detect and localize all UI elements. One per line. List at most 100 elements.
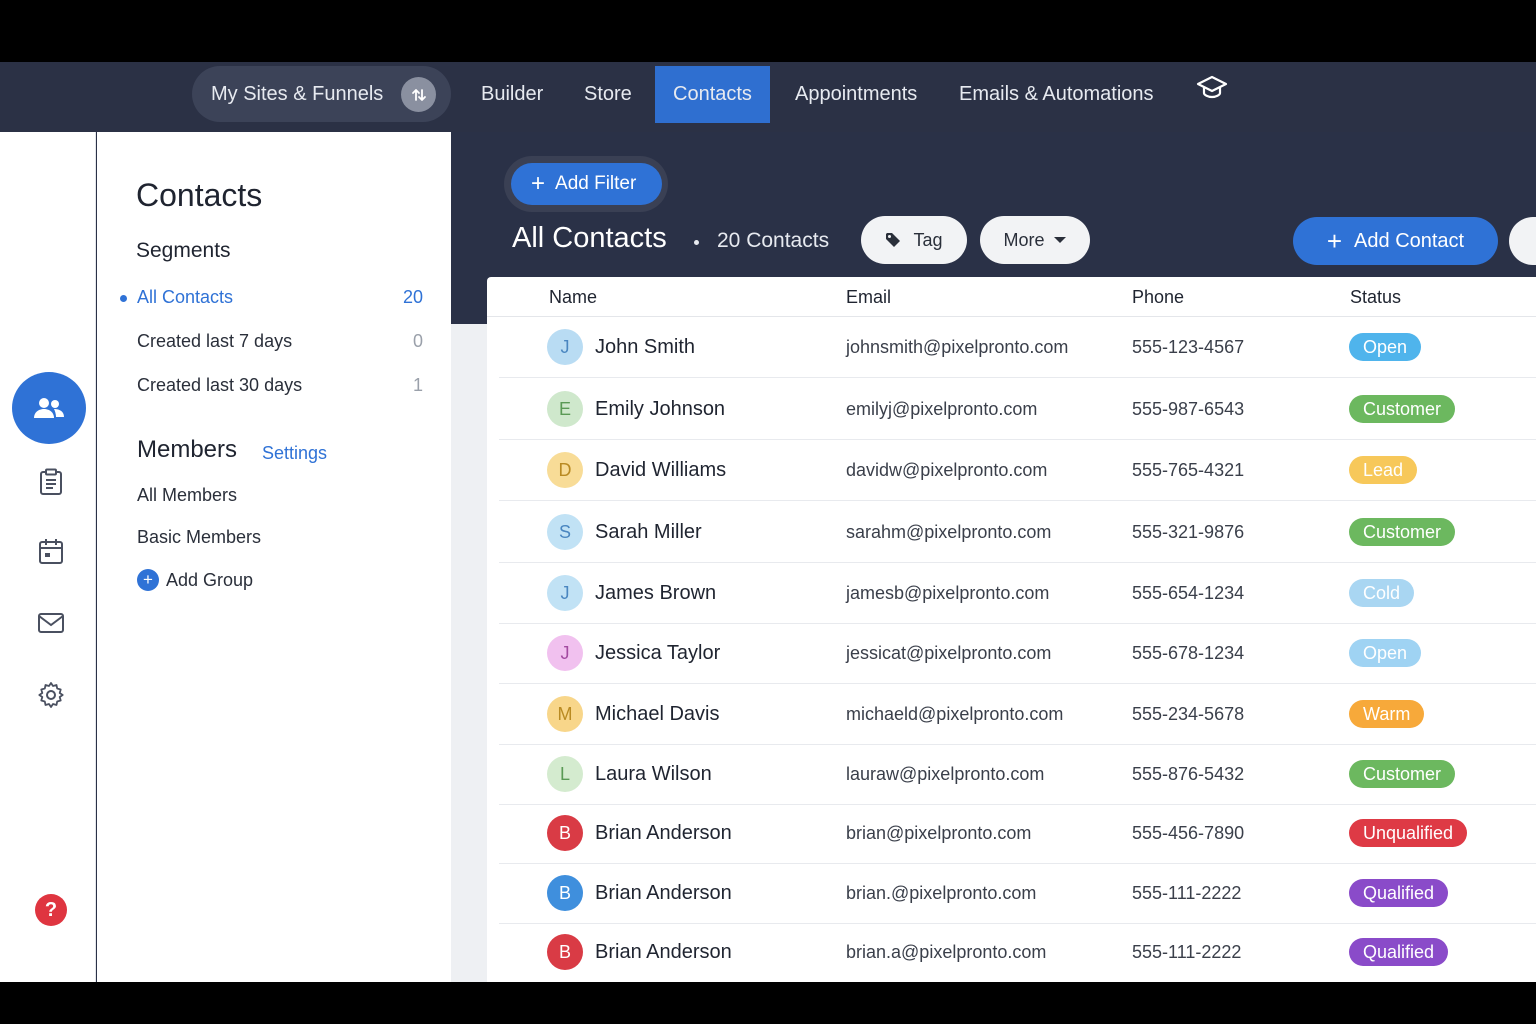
table-row[interactable]: J James Brown jamesb@pixelpronto.com 555-65…: [499, 563, 1536, 624]
segment-created-last-7-days[interactable]: Created last 7 days 0: [137, 331, 423, 352]
contacts-icon[interactable]: [12, 372, 86, 444]
contact-email: brian.a@pixelpronto.com: [846, 942, 1047, 962]
segments-panel: Contacts Segments All Contacts 20 Create…: [97, 132, 451, 982]
graduation-cap-icon[interactable]: [1196, 74, 1228, 105]
contact-name[interactable]: Jessica Taylor: [595, 642, 720, 665]
help-icon[interactable]: ?: [35, 894, 67, 926]
avatar: S: [547, 514, 583, 550]
tag-button[interactable]: Tag: [861, 216, 967, 264]
table-row[interactable]: D David Williams davidw@pixelpronto.com 555…: [499, 440, 1536, 501]
table-row[interactable]: B Brian Anderson brian.@pixelpronto.com 555…: [499, 863, 1536, 924]
column-header-status[interactable]: Status: [1350, 287, 1401, 308]
tag-label: Tag: [913, 229, 943, 250]
plus-icon: +: [531, 170, 546, 197]
more-dropdown[interactable]: More: [980, 216, 1090, 264]
contact-name[interactable]: Laura Wilson: [595, 763, 712, 786]
contact-email: lauraw@pixelpronto.com: [846, 764, 1045, 784]
column-header-name[interactable]: Name: [549, 287, 597, 308]
contact-name[interactable]: Sarah Miller: [595, 521, 702, 544]
calendar-icon[interactable]: [36, 537, 66, 567]
contact-email: jamesb@pixelpronto.com: [846, 583, 1050, 603]
segment-label: All Contacts: [137, 287, 234, 307]
table-row[interactable]: M Michael Davis michaeld@pixelpronto.com 55…: [499, 684, 1536, 745]
tag-icon: [885, 232, 901, 248]
nav-contacts[interactable]: Contacts: [655, 66, 770, 123]
nav-emails-automations[interactable]: Emails & Automations: [959, 66, 1154, 123]
segment-count: 0: [412, 331, 423, 351]
table-row[interactable]: B Brian Anderson brian@pixelpronto.com 555-…: [499, 803, 1536, 864]
avatar: J: [547, 575, 583, 611]
status-badge: Qualified: [1349, 879, 1449, 907]
column-header-phone[interactable]: Phone: [1132, 287, 1184, 308]
status-badge: Qualified: [1349, 938, 1449, 966]
contact-name[interactable]: Emily Johnson: [595, 398, 725, 421]
sites-funnels-switcher[interactable]: My Sites & Funnels: [192, 66, 451, 122]
members-heading: Members: [137, 436, 238, 463]
members-basic[interactable]: Basic Members: [137, 527, 261, 548]
add-contact-button[interactable]: + Add Contact: [1293, 217, 1498, 265]
segments-heading: Segments: [136, 239, 231, 262]
contact-phone: 555-765-4321: [1132, 460, 1245, 480]
avatar: J: [547, 635, 583, 671]
contact-name[interactable]: John Smith: [595, 336, 695, 359]
members-settings-link[interactable]: Settings: [262, 443, 327, 464]
nav-store[interactable]: Store: [584, 66, 632, 123]
column-header-email[interactable]: Email: [846, 287, 891, 308]
segment-all-contacts[interactable]: All Contacts 20: [137, 287, 423, 308]
contact-email: davidw@pixelpronto.com: [846, 460, 1048, 480]
table-row[interactable]: J Jessica Taylor jessicat@pixelpronto.com 5…: [499, 623, 1536, 684]
contact-name[interactable]: Michael Davis: [595, 703, 719, 726]
segment-created-last-30-days[interactable]: Created last 30 days 1: [137, 375, 423, 396]
add-group-button[interactable]: + Add Group: [137, 569, 253, 591]
status-badge: Warm: [1349, 700, 1425, 728]
contact-name[interactable]: Brian Anderson: [595, 882, 732, 905]
app-window: My Sites & Funnels Builder Store Contact…: [0, 62, 1536, 982]
avatar: D: [547, 452, 583, 488]
table-header: Name Email Phone Status: [487, 277, 1536, 317]
plus-icon: +: [1326, 226, 1343, 256]
overflow-button[interactable]: [1509, 217, 1536, 265]
status-badge: Unqualified: [1349, 819, 1468, 847]
nav-builder[interactable]: Builder: [481, 66, 543, 123]
add-filter-button[interactable]: + Add Filter: [511, 163, 662, 205]
table-row[interactable]: L Laura Wilson lauraw@pixelpronto.com 555-8…: [499, 744, 1536, 805]
contact-email: brian.@pixelpronto.com: [846, 883, 1037, 903]
contact-name[interactable]: Brian Anderson: [595, 822, 732, 845]
contact-phone: 555-123-4567: [1132, 337, 1245, 357]
avatar: B: [547, 875, 583, 911]
contact-phone: 555-654-1234: [1132, 583, 1245, 603]
swap-arrows-icon[interactable]: [401, 77, 436, 112]
table-row[interactable]: E Emily Johnson emilyj@pixelpronto.com 555-…: [499, 379, 1536, 440]
nav-appointments[interactable]: Appointments: [795, 66, 917, 123]
status-badge: Lead: [1349, 456, 1418, 484]
icon-rail: ?: [0, 132, 96, 982]
members-all[interactable]: All Members: [137, 485, 237, 506]
segment-label: Created last 7 days: [137, 331, 293, 351]
table-row[interactable]: B Brian Anderson brian.a@pixelpronto.com 55…: [499, 922, 1536, 982]
status-badge: Open: [1349, 639, 1422, 667]
contact-name[interactable]: David Williams: [595, 459, 726, 482]
separator-dot: [694, 240, 699, 245]
mail-icon[interactable]: [36, 608, 66, 638]
caret-down-icon: [1053, 236, 1067, 244]
segment-label: Created last 30 days: [137, 375, 303, 395]
segment-count: 1: [412, 375, 423, 395]
table-row[interactable]: S Sarah Miller sarahm@pixelpronto.com 555-3…: [499, 502, 1536, 563]
contact-name[interactable]: James Brown: [595, 582, 716, 605]
avatar: E: [547, 391, 583, 427]
contact-name[interactable]: Brian Anderson: [595, 941, 732, 964]
more-label: More: [1003, 229, 1045, 250]
clipboard-icon[interactable]: [36, 467, 66, 497]
main-gutter: [451, 324, 487, 982]
contact-phone: 555-456-7890: [1132, 823, 1245, 843]
status-badge: Open: [1349, 333, 1422, 361]
contact-phone: 555-234-5678: [1132, 704, 1245, 724]
table-row[interactable]: J John Smith johnsmith@pixelpronto.com 555-…: [499, 317, 1536, 378]
status-badge: Customer: [1349, 518, 1456, 546]
gear-icon[interactable]: [36, 680, 66, 710]
page-title: All Contacts: [512, 222, 667, 254]
avatar: J: [547, 329, 583, 365]
add-contact-label: Add Contact: [1354, 229, 1465, 252]
contact-email: jessicat@pixelpronto.com: [846, 643, 1052, 663]
sites-funnels-label: My Sites & Funnels: [211, 82, 384, 105]
